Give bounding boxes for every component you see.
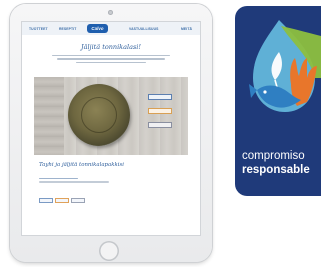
site-nav: TUOTTEET RESEPTIT Calvo VASTUULLISUUS ME… [22, 22, 200, 35]
home-button[interactable] [99, 241, 119, 261]
calvo-logo[interactable]: Calvo [87, 23, 108, 33]
tablet-screen: TUOTTEET RESEPTIT Calvo VASTUULLISUUS ME… [22, 22, 200, 235]
sustainability-emblem-icon [249, 20, 321, 112]
can-lid-ring [81, 97, 117, 133]
badge-line-1: compromiso [242, 150, 305, 162]
nav-item-recipes[interactable]: RESEPTIT [59, 27, 76, 31]
intro-text-block [52, 55, 170, 65]
badge-line-2: responsable [242, 164, 310, 176]
stage: TUOTTEET RESEPTIT Calvo VASTUULLISUUS ME… [0, 0, 321, 267]
code-input-3[interactable] [71, 198, 85, 203]
section-text-block [39, 178, 109, 185]
code-input-2[interactable] [55, 198, 69, 203]
nav-item-about[interactable]: MEITÄ [181, 27, 192, 31]
camera-icon [108, 10, 113, 15]
code-input-1[interactable] [39, 198, 53, 203]
section-title: Tayhi ja jäljitä tonnikalapakkisi [39, 162, 124, 168]
nav-item-responsibility[interactable]: VASTUULLISUUS [129, 27, 159, 31]
compromiso-responsable-badge: compromiso responsable [235, 6, 321, 196]
nav-item-products[interactable]: TUOTTEET [29, 27, 48, 31]
wood-surface [34, 77, 64, 155]
code-input-row [39, 198, 85, 203]
code-callout-2 [148, 108, 172, 114]
tablet-device: TUOTTEET RESEPTIT Calvo VASTUULLISUUS ME… [10, 4, 212, 262]
tuna-can-photo [34, 77, 188, 155]
code-callout-3 [148, 122, 172, 128]
code-callout-1 [148, 94, 172, 100]
page-title: Jäljitä tonnikalasi! [81, 43, 141, 51]
